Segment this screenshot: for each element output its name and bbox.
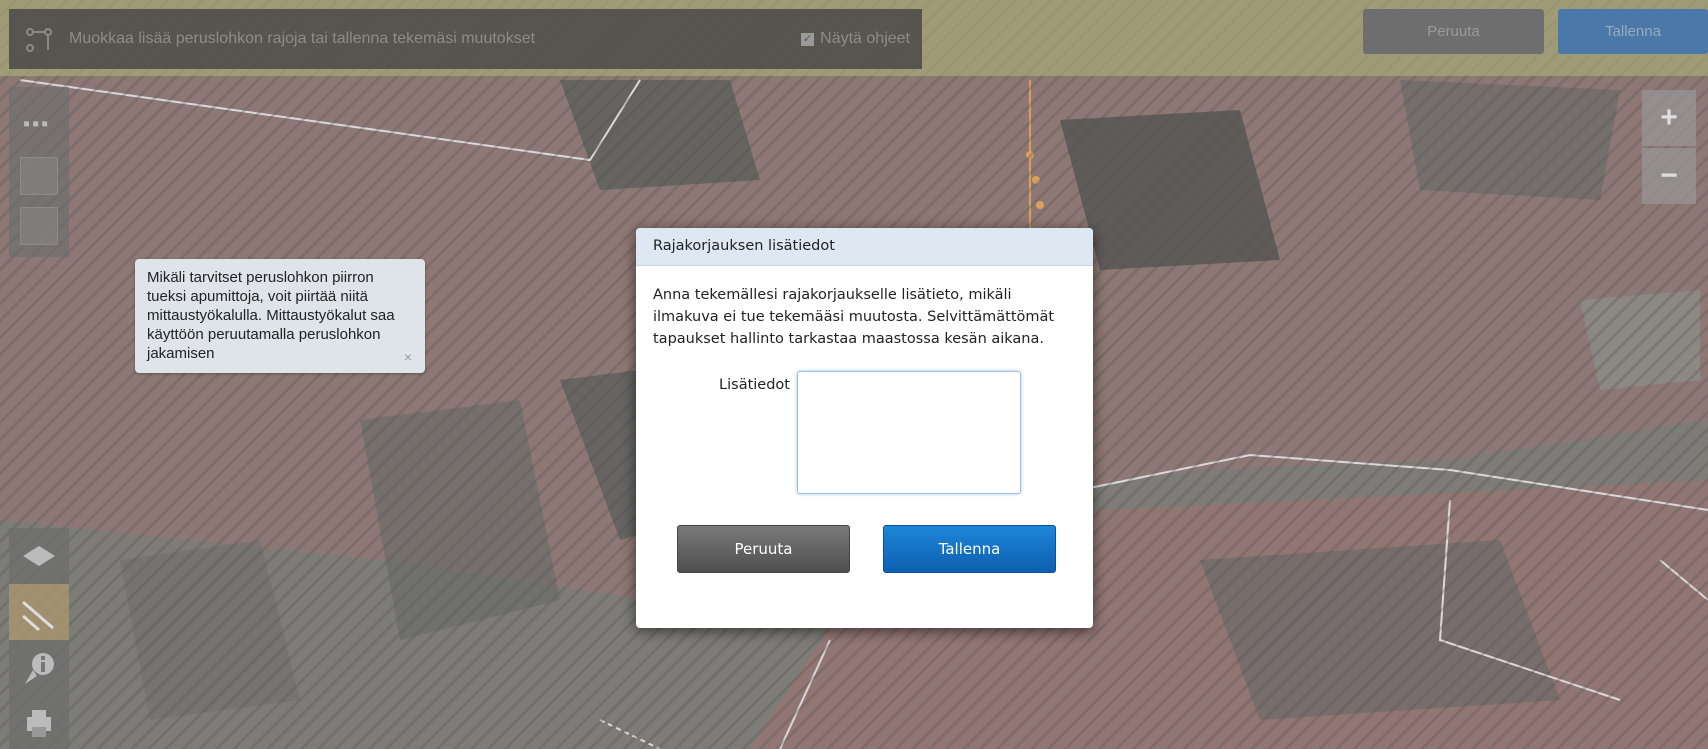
zoom-out-button[interactable]: − (1642, 148, 1696, 204)
layers-icon (23, 546, 55, 566)
dialog-cancel-button[interactable]: Peruuta (677, 525, 850, 573)
dialog-save-button[interactable]: Tallenna (883, 525, 1056, 573)
edit-boundary-icon (9, 9, 69, 69)
dialog-title: Rajakorjauksen lisätiedot (636, 228, 1093, 266)
layers-button[interactable] (9, 528, 69, 584)
show-help-checkbox[interactable]: ✓ (801, 32, 815, 46)
boundary-correction-dialog: Rajakorjauksen lisätiedot Anna tekemälle… (636, 228, 1093, 628)
tooltip-close-icon[interactable]: × (404, 349, 412, 365)
toolbar-save-button[interactable]: Tallenna (1558, 9, 1708, 54)
feature-info-button[interactable] (9, 640, 69, 696)
info-icon (25, 653, 54, 684)
show-help-toggle[interactable]: ✓ Näytä ohjeet (801, 30, 910, 48)
background-map-button[interactable] (9, 584, 69, 640)
instruction-text: Muokkaa lisää peruslohkon rajoja tai tal… (69, 30, 536, 47)
more-tools-icon[interactable]: ▪▪▪ (23, 113, 50, 136)
background-map-icon (22, 600, 54, 632)
additional-info-textarea[interactable] (797, 371, 1021, 494)
print-button[interactable] (9, 696, 69, 749)
toolbar-cancel-button[interactable]: Peruuta (1363, 9, 1544, 54)
measure-area-icon[interactable] (20, 207, 58, 245)
dialog-description: Anna tekemällesi rajakorjaukselle lisäti… (653, 287, 1055, 347)
show-help-label: Näytä ohjeet (820, 30, 910, 47)
zoom-in-button[interactable]: + (1642, 90, 1696, 146)
tooltip-text: Mikäli tarvitset peruslohkon piirron tue… (147, 269, 395, 362)
left-tool-panel: ▪▪▪ (9, 87, 69, 257)
measure-line-icon[interactable] (20, 157, 58, 195)
help-tooltip: Mikäli tarvitset peruslohkon piirron tue… (135, 259, 425, 373)
additional-info-label: Lisätiedot (719, 377, 790, 393)
instruction-bar: Muokkaa lisää peruslohkon rajoja tai tal… (9, 9, 922, 69)
print-icon (27, 709, 51, 737)
